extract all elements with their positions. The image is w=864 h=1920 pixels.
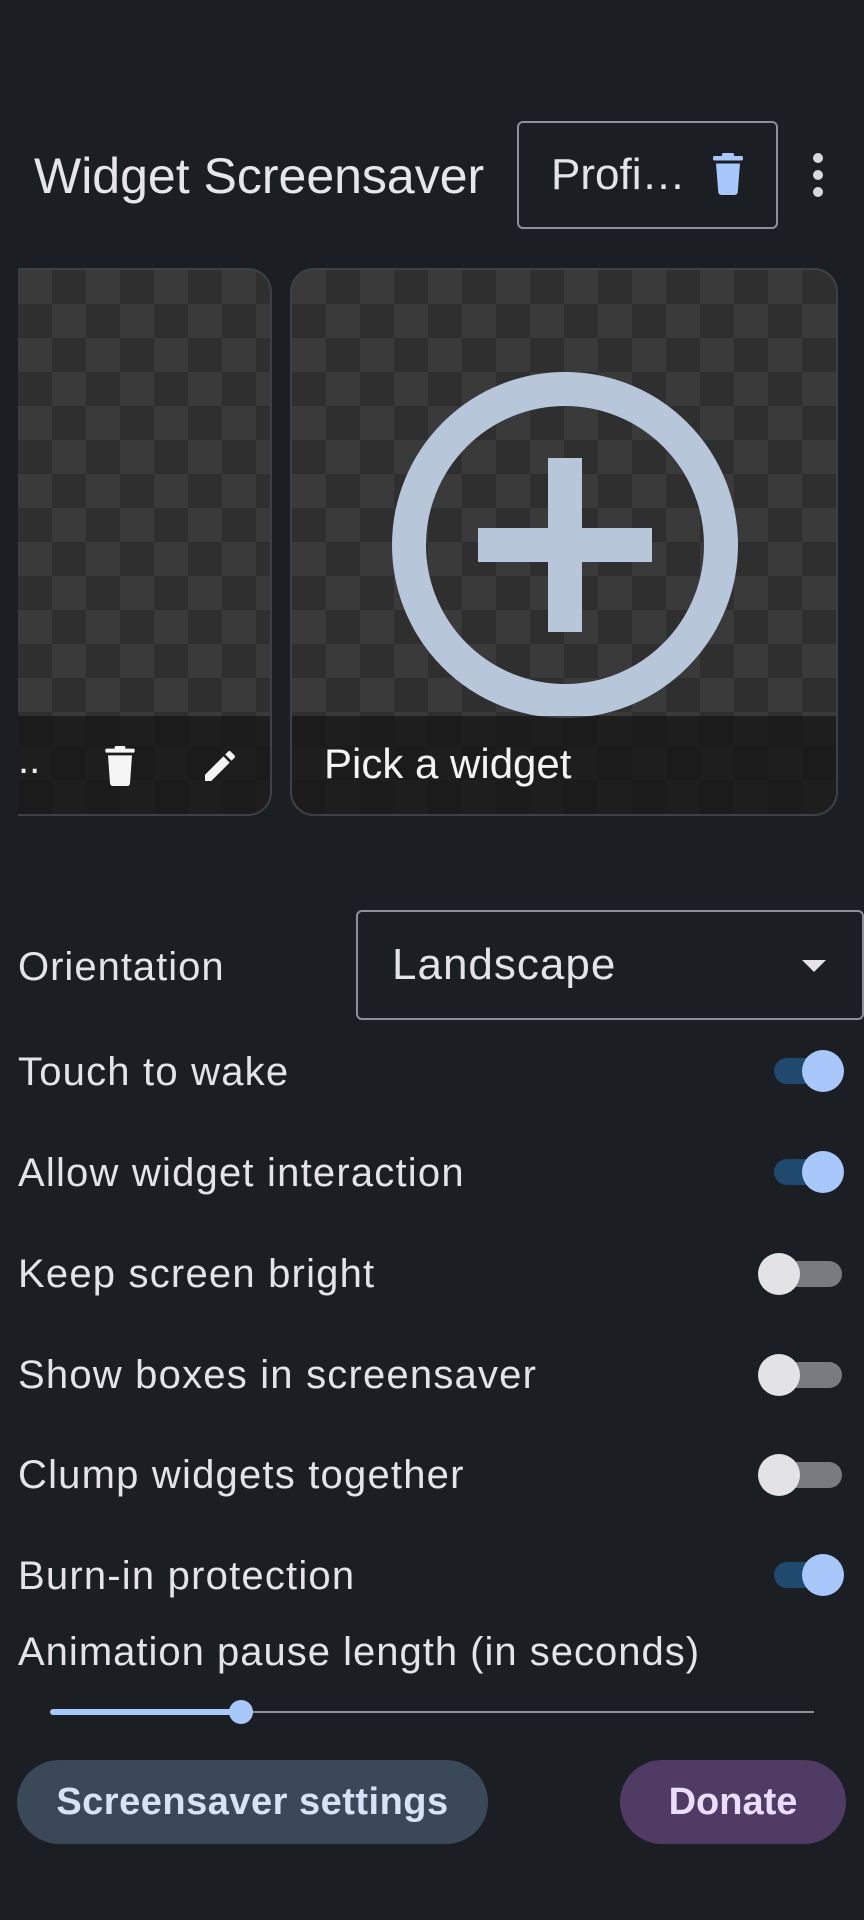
add-circle-icon bbox=[392, 372, 738, 718]
widget-card[interactable]: .. bbox=[18, 268, 272, 816]
setting-label-allow-widget-interaction: Allow widget interaction bbox=[18, 1151, 465, 1195]
setting-label-keep-screen-bright: Keep screen bright bbox=[18, 1252, 376, 1296]
burn-in-protection-switch[interactable] bbox=[772, 1554, 844, 1596]
switch-thumb bbox=[758, 1253, 800, 1295]
dropdown-arrow-icon bbox=[802, 960, 826, 972]
pick-widget-label: Pick a widget bbox=[324, 740, 572, 787]
switch-thumb bbox=[802, 1554, 844, 1596]
setting-label-clump-widgets: Clump widgets together bbox=[18, 1453, 465, 1497]
donate-button[interactable]: Donate bbox=[620, 1760, 846, 1844]
pick-widget-card[interactable]: Pick a widget bbox=[290, 268, 838, 816]
slider-fill bbox=[50, 1709, 241, 1715]
switch-thumb bbox=[802, 1050, 844, 1092]
more-vert-icon[interactable] bbox=[804, 150, 832, 200]
allow-widget-interaction-switch[interactable] bbox=[772, 1151, 844, 1193]
screensaver-settings-button[interactable]: Screensaver settings bbox=[17, 1760, 488, 1844]
widget-card-label: .. bbox=[18, 738, 41, 782]
setting-label-touch-to-wake: Touch to wake bbox=[18, 1050, 290, 1094]
animation-pause-label: Animation pause length (in seconds) bbox=[18, 1630, 701, 1674]
orientation-dropdown[interactable]: Landscape bbox=[356, 910, 864, 1020]
show-boxes-switch[interactable] bbox=[758, 1354, 842, 1396]
trash-icon[interactable] bbox=[710, 153, 746, 195]
app-title: Widget Screensaver bbox=[34, 148, 485, 204]
switch-thumb bbox=[802, 1151, 844, 1193]
trash-icon[interactable] bbox=[104, 746, 136, 786]
pencil-icon[interactable] bbox=[200, 746, 240, 786]
setting-label-burn-in-protection: Burn-in protection bbox=[18, 1554, 356, 1598]
animation-pause-slider[interactable] bbox=[50, 1700, 814, 1724]
switch-thumb bbox=[758, 1454, 800, 1496]
orientation-label: Orientation bbox=[18, 945, 225, 989]
touch-to-wake-switch[interactable] bbox=[772, 1050, 844, 1092]
pick-widget-bar: Pick a widget bbox=[292, 716, 836, 814]
switch-thumb bbox=[758, 1354, 800, 1396]
profile-selector[interactable]: Profi… bbox=[517, 121, 778, 229]
slider-thumb[interactable] bbox=[229, 1700, 253, 1724]
profile-label: Profi… bbox=[551, 150, 686, 199]
setting-label-show-boxes: Show boxes in screensaver bbox=[18, 1353, 538, 1397]
keep-screen-bright-switch[interactable] bbox=[758, 1253, 842, 1295]
orientation-value: Landscape bbox=[392, 940, 617, 989]
clump-widgets-switch[interactable] bbox=[758, 1454, 842, 1496]
widget-card-toolbar: .. bbox=[18, 716, 270, 814]
